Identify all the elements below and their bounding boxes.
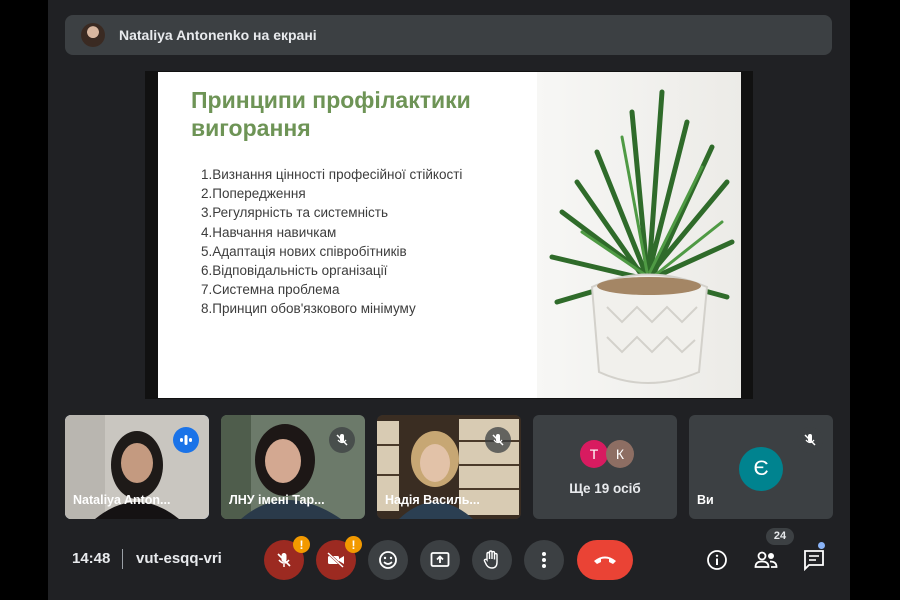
camera-toggle-button[interactable]: ! <box>316 536 362 580</box>
reactions-button[interactable] <box>368 540 408 580</box>
self-avatar: Є <box>739 447 783 491</box>
people-icon <box>754 551 778 568</box>
slide-list-item: 5.Адаптація нових співробітників <box>201 243 407 259</box>
presentation-banner-title: Nataliya Antonenko на екрані <box>119 27 317 43</box>
speaking-indicator-icon <box>173 427 199 453</box>
emoji-icon <box>379 551 397 569</box>
more-participants-tile[interactable]: Т К Ще 19 осіб <box>533 415 677 519</box>
participant-tile-presenter[interactable]: Nataliya Anton... <box>65 415 209 519</box>
participant-name: Надія Василь... <box>385 493 480 507</box>
participant-name: ЛНУ імені Тар... <box>229 493 325 507</box>
present-screen-button[interactable] <box>420 540 460 580</box>
microphone-toggle-button[interactable]: ! <box>264 536 310 580</box>
meeting-code: vut-esqq-vri <box>136 550 222 567</box>
clock: 14:48 <box>72 550 111 567</box>
slide-list-item: 8.Принцип обов'язкового мінімуму <box>201 301 416 317</box>
more-options-button[interactable] <box>524 540 564 580</box>
people-button[interactable] <box>752 546 780 574</box>
info-icon <box>707 550 727 570</box>
participant-tile[interactable]: ЛНУ імені Тар... <box>221 415 365 519</box>
self-tile[interactable]: Є Ви <box>689 415 833 519</box>
mic-off-icon <box>485 427 511 453</box>
mic-off-icon <box>329 427 355 453</box>
slide-list-item: 1.Визнання цінності професійної стійкост… <box>201 167 463 182</box>
slide-list: 1.Визнання цінності професійної стійкост… <box>201 165 462 319</box>
hang-up-icon <box>594 556 616 564</box>
participant-count-badge: 24 <box>766 528 794 545</box>
self-name: Ви <box>697 493 714 507</box>
participant-name: Nataliya Anton... <box>73 493 171 507</box>
more-vert-icon <box>542 552 546 568</box>
slide-list-item: 4.Навчання навичкам <box>201 224 337 240</box>
chat-button[interactable] <box>800 546 828 574</box>
slide-list-item: 2.Попередження <box>201 186 306 202</box>
participant-avatar: Т <box>580 440 608 468</box>
warning-badge: ! <box>293 536 310 553</box>
slide-title: Принципи профілактики вигорання <box>191 87 471 141</box>
slide-list-item: 6.Відповідальність організації <box>201 263 388 279</box>
participant-avatar: К <box>606 440 634 468</box>
hand-icon <box>483 550 498 569</box>
unread-indicator <box>818 542 825 549</box>
divider <box>122 549 123 569</box>
presentation-banner: Nataliya Antonenko на екрані <box>65 15 832 55</box>
shared-screen[interactable]: Принципи профілактики вигорання 1.Визнан… <box>145 71 753 399</box>
participant-tile[interactable]: Надія Василь... <box>377 415 521 519</box>
more-participants-label: Ще 19 осіб <box>569 481 641 496</box>
chat-icon <box>804 550 824 571</box>
plant-photo <box>537 72 741 398</box>
raise-hand-button[interactable] <box>472 540 512 580</box>
meeting-details-button[interactable] <box>703 546 731 574</box>
camera-off-icon <box>327 552 344 568</box>
present-screen-icon <box>430 552 450 567</box>
slide-list-item: 7.Системна проблема <box>201 282 340 298</box>
presenter-avatar <box>81 23 105 47</box>
warning-badge: ! <box>345 536 362 553</box>
slide: Принципи профілактики вигорання 1.Визнан… <box>158 72 741 398</box>
mic-off-icon <box>797 427 823 453</box>
leave-call-button[interactable] <box>577 540 633 580</box>
slide-list-item: 3.Регулярність та системність <box>201 205 388 221</box>
plant-image <box>549 89 735 384</box>
mic-off-icon <box>277 553 291 567</box>
